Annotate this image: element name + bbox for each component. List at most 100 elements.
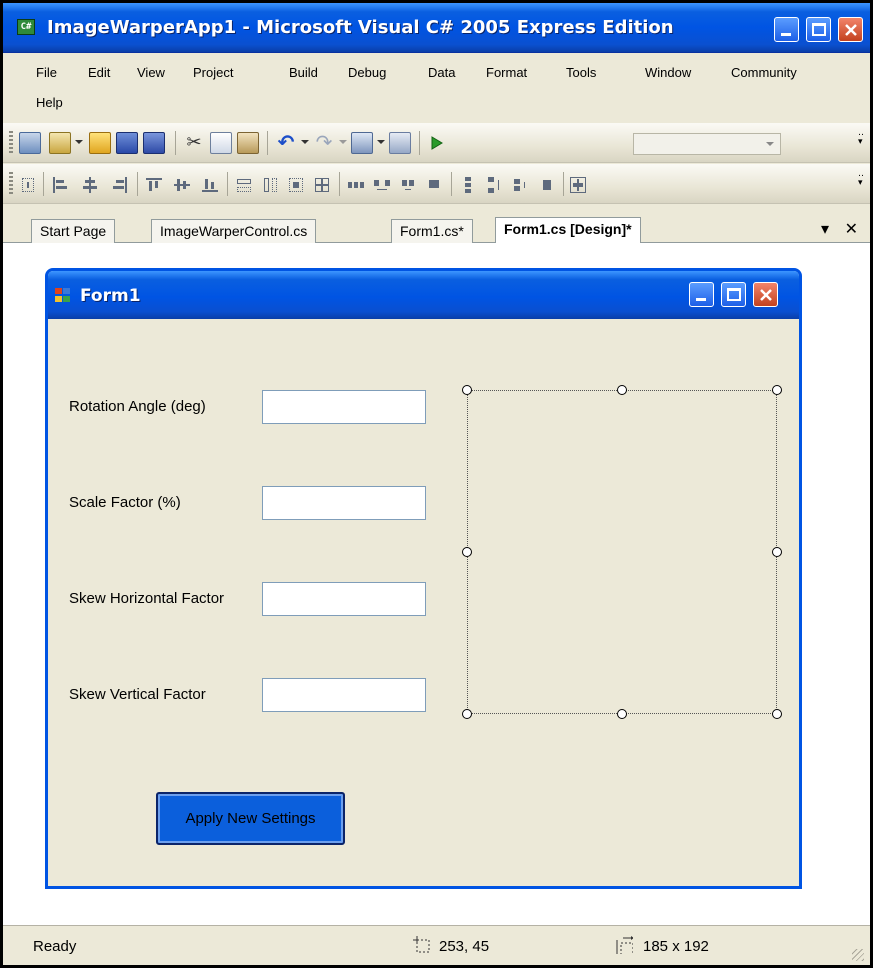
form-minimize-button[interactable] [689, 282, 714, 307]
rotation-angle-input[interactable] [262, 390, 426, 424]
make-same-width-icon[interactable] [235, 176, 253, 194]
navigate-icon[interactable] [351, 132, 373, 154]
save-icon[interactable] [116, 132, 138, 154]
tab-controls: ▾ ✕ [821, 219, 858, 238]
menu-community[interactable]: Community [731, 65, 797, 80]
maximize-button[interactable] [806, 17, 831, 42]
tab-list-dropdown-icon[interactable]: ▾ [821, 219, 829, 238]
align-lefts-icon[interactable] [51, 176, 69, 194]
layout-toolbar: ‥ ▾ [3, 164, 870, 204]
tab-form1-cs[interactable]: Form1.cs* [391, 219, 473, 243]
chevron-down-icon [766, 142, 774, 146]
menu-view[interactable]: View [137, 65, 165, 80]
toolbar-separator [227, 172, 228, 196]
make-horizontal-spacing-equal-icon[interactable] [347, 176, 365, 194]
decrease-vertical-spacing-icon[interactable] [511, 176, 529, 194]
skew-vertical-label: Skew Vertical Factor [69, 686, 206, 703]
start-debug-icon[interactable] [425, 132, 447, 154]
open-file-icon[interactable] [89, 132, 111, 154]
increase-horizontal-spacing-icon[interactable] [373, 176, 391, 194]
form1-window[interactable]: Form1 Rotation Angle (deg) Scale Factor … [45, 268, 802, 889]
toolbar-overflow-icon[interactable]: ‥ ▾ [858, 129, 866, 157]
scale-factor-label: Scale Factor (%) [69, 494, 181, 511]
solution-config-combo[interactable] [633, 133, 781, 155]
menu-data[interactable]: Data [428, 65, 455, 80]
close-document-icon[interactable]: ✕ [845, 219, 858, 238]
decrease-horizontal-spacing-icon[interactable] [399, 176, 417, 194]
resize-handle[interactable] [772, 385, 782, 395]
copy-icon[interactable] [210, 132, 232, 154]
form1-title-bar[interactable]: Form1 [48, 271, 799, 319]
align-middles-icon[interactable] [173, 176, 191, 194]
remove-horizontal-spacing-icon[interactable] [425, 176, 443, 194]
paste-icon[interactable] [237, 132, 259, 154]
new-project-icon[interactable] [19, 132, 41, 154]
resize-handle[interactable] [617, 385, 627, 395]
resize-handle[interactable] [772, 547, 782, 557]
apply-settings-button[interactable]: Apply New Settings [156, 792, 345, 845]
menu-file[interactable]: File [36, 65, 57, 80]
ide-title-bar[interactable]: C# ImageWarperApp1 - Microsoft Visual C#… [3, 3, 870, 53]
menu-window[interactable]: Window [645, 65, 691, 80]
toolbar-separator [339, 172, 340, 196]
menu-help[interactable]: Help [36, 95, 63, 110]
toolbar-grip[interactable] [9, 172, 13, 196]
toolbar-separator [563, 172, 564, 196]
menu-edit[interactable]: Edit [88, 65, 110, 80]
menu-build[interactable]: Build [289, 65, 318, 80]
redo-icon[interactable]: ↷ [313, 132, 335, 154]
size-icon [616, 936, 633, 954]
navigate-dropdown-icon[interactable] [377, 140, 385, 144]
menu-debug[interactable]: Debug [348, 65, 386, 80]
align-centers-icon[interactable] [81, 176, 99, 194]
scale-factor-input[interactable] [262, 486, 426, 520]
add-item-icon[interactable] [49, 132, 71, 154]
remove-vertical-spacing-icon[interactable] [537, 176, 555, 194]
increase-vertical-spacing-icon[interactable] [485, 176, 503, 194]
save-all-icon[interactable] [143, 132, 165, 154]
maximize-icon [727, 288, 741, 301]
make-same-size-icon[interactable] [287, 176, 305, 194]
resize-handle[interactable] [462, 385, 472, 395]
size-to-grid-icon[interactable] [313, 176, 331, 194]
menu-tools[interactable]: Tools [566, 65, 596, 80]
menu-format[interactable]: Format [486, 65, 527, 80]
make-same-height-icon[interactable] [261, 176, 279, 194]
tab-imagewarpercontrol-cs[interactable]: ImageWarperControl.cs [151, 219, 317, 243]
menu-project[interactable]: Project [193, 65, 233, 80]
minimize-icon [696, 298, 706, 301]
resize-handle[interactable] [772, 709, 782, 719]
toolbar-overflow-icon[interactable]: ‥ ▾ [858, 170, 866, 198]
resize-handle[interactable] [462, 547, 472, 557]
align-tops-icon[interactable] [145, 176, 163, 194]
skew-horizontal-label: Skew Horizontal Factor [69, 590, 225, 607]
undo-icon[interactable]: ↶ [275, 132, 297, 154]
make-vertical-spacing-equal-icon[interactable] [459, 176, 477, 194]
size-readout: 185 x 192 [643, 938, 709, 955]
align-to-grid-icon[interactable] [19, 176, 37, 194]
form-close-button[interactable] [753, 282, 778, 307]
status-bar: Ready 253, 45 185 x 192 [3, 925, 870, 965]
designer-surface[interactable]: Form1 Rotation Angle (deg) Scale Factor … [3, 243, 870, 925]
find-icon[interactable] [389, 132, 411, 154]
close-button[interactable] [838, 17, 863, 42]
resize-grip-icon[interactable] [852, 949, 864, 961]
image-warper-control[interactable] [467, 390, 777, 714]
align-rights-icon[interactable] [111, 176, 129, 194]
resize-handle[interactable] [462, 709, 472, 719]
undo-dropdown-icon[interactable] [301, 140, 309, 144]
tab-form1-design[interactable]: Form1.cs [Design]* [495, 217, 641, 244]
minimize-button[interactable] [774, 17, 799, 42]
add-item-dropdown-icon[interactable] [75, 140, 83, 144]
center-horizontally-icon[interactable] [569, 176, 587, 194]
align-bottoms-icon[interactable] [201, 176, 219, 194]
cut-icon[interactable]: ✂ [183, 132, 205, 154]
skew-vertical-input[interactable] [262, 678, 426, 712]
redo-dropdown-icon[interactable] [339, 140, 347, 144]
skew-horizontal-input[interactable] [262, 582, 426, 616]
tab-start-page[interactable]: Start Page [31, 219, 116, 243]
toolbar-grip[interactable] [9, 131, 13, 155]
resize-handle[interactable] [617, 709, 627, 719]
standard-toolbar: ✂ ↶ ↷ ‥ ▾ [3, 123, 870, 163]
form-maximize-button[interactable] [721, 282, 746, 307]
